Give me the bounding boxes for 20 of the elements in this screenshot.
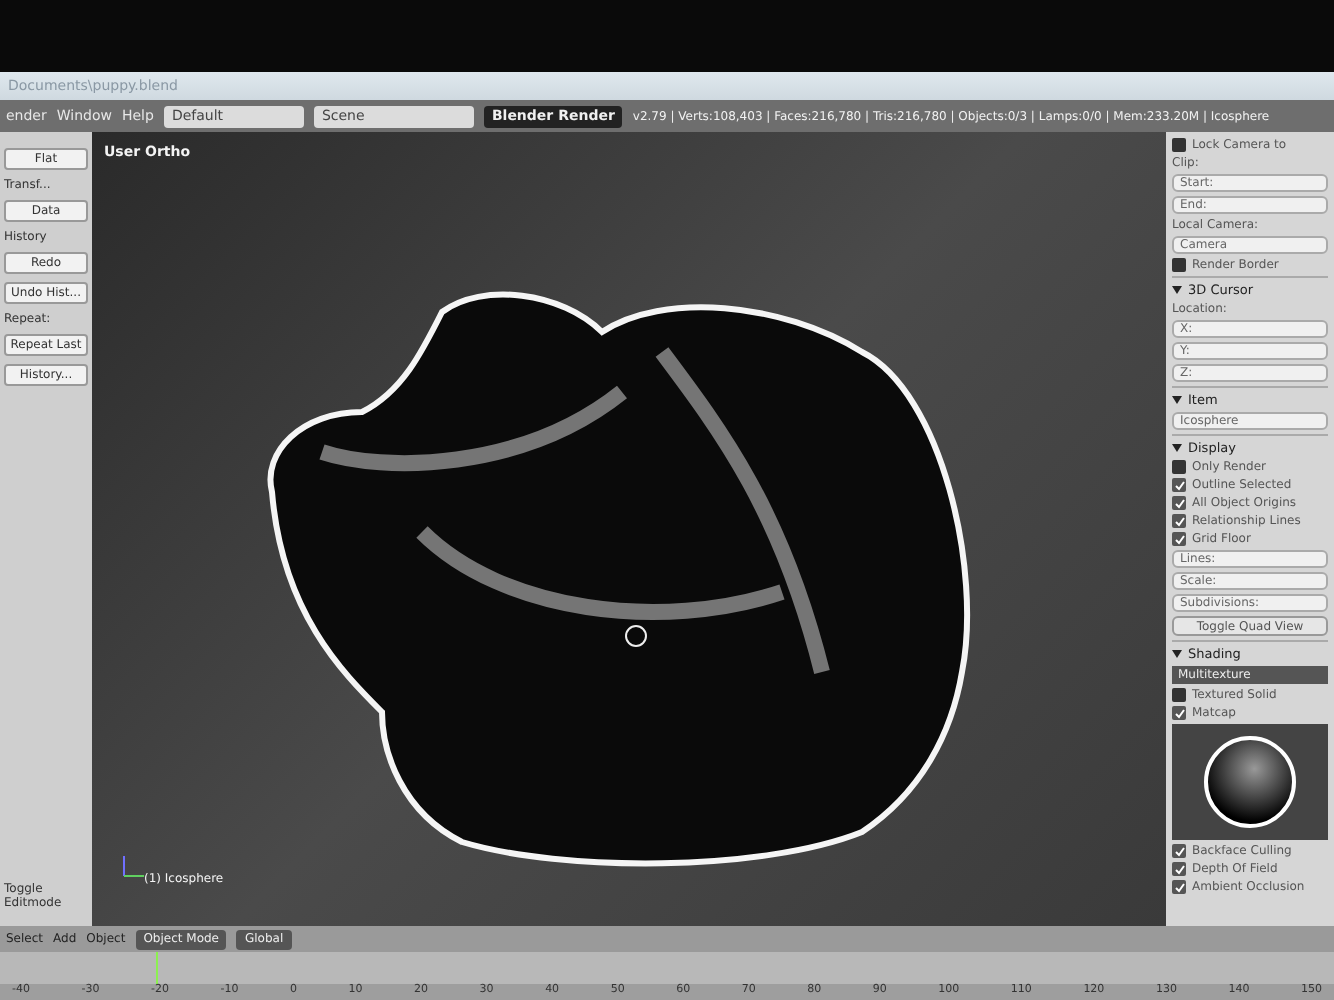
current-frame-line [156,952,158,984]
checkbox[interactable] [1172,532,1186,546]
expand-triangle-icon[interactable] [1172,650,1182,658]
checkbox[interactable] [1172,688,1186,702]
checkbox[interactable] [1172,514,1186,528]
checkbox[interactable] [1172,844,1186,858]
expand-triangle-icon[interactable] [1172,286,1182,294]
expand-triangle-icon[interactable] [1172,396,1182,404]
expand-triangle-icon[interactable] [1172,444,1182,452]
checkbox[interactable] [1172,258,1186,272]
axis-gizmo-icon [120,852,148,880]
checkbox[interactable] [1172,460,1186,474]
checkbox[interactable] [1172,862,1186,876]
3d-cursor-icon [624,624,648,648]
matcap-preview[interactable] [1172,724,1328,840]
checkbox[interactable] [1172,706,1186,720]
checkbox[interactable] [1172,496,1186,510]
checkbox[interactable] [1172,880,1186,894]
checkbox[interactable] [1172,478,1186,492]
checkbox[interactable] [1172,138,1186,152]
